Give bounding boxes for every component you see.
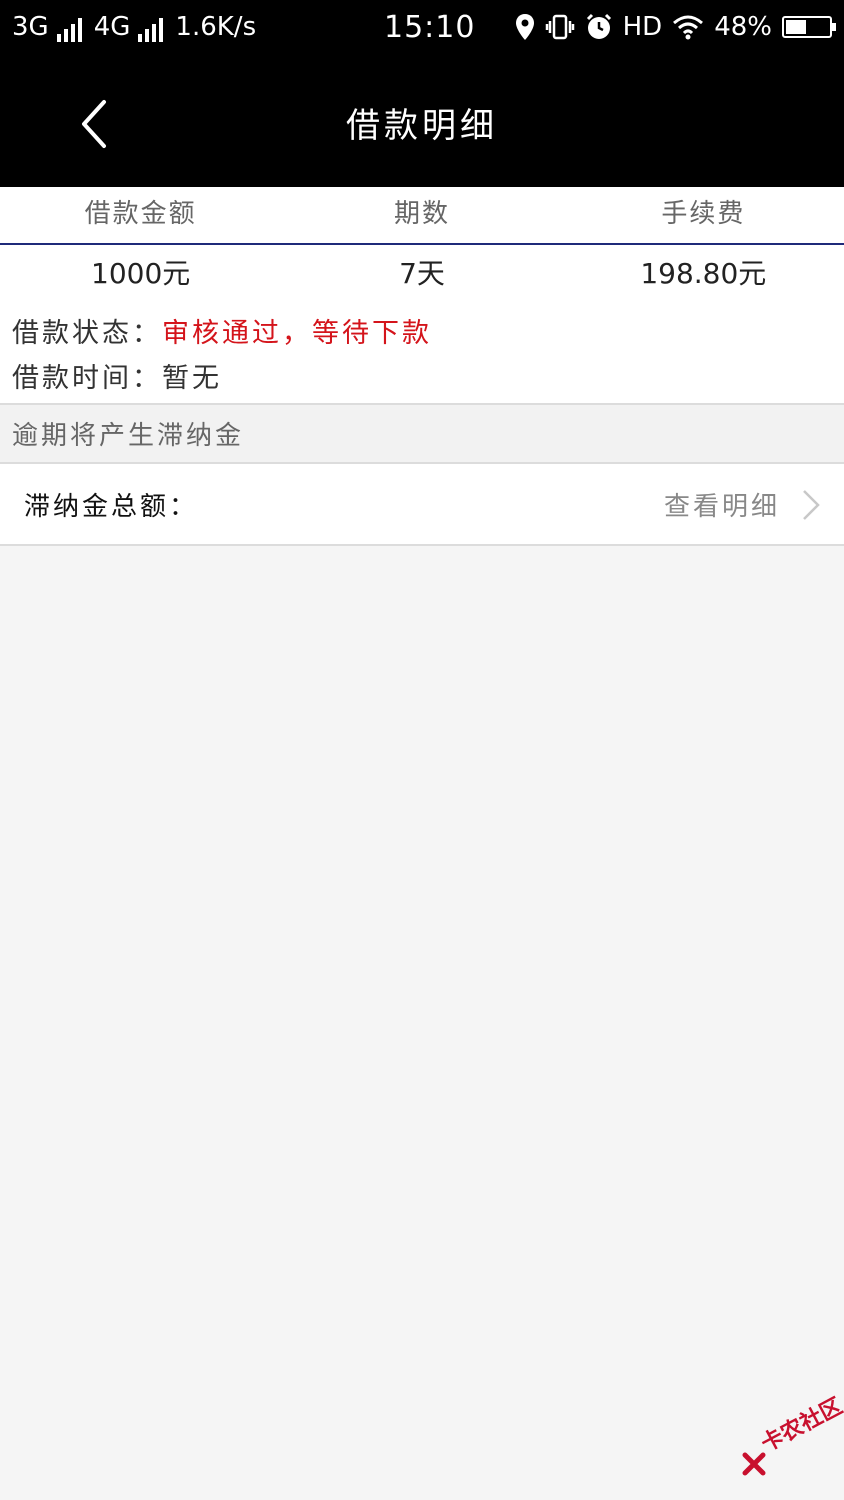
view-details-link[interactable]: 查看明细 [664, 486, 780, 523]
chevron-right-icon[interactable] [800, 488, 822, 522]
loan-status-row: 借款状态：审核通过，等待下款 [12, 311, 432, 350]
wifi-icon [673, 15, 704, 40]
hd-label: HD [622, 12, 663, 42]
header-term: 期数 [393, 199, 450, 229]
status-time: 15:10 [384, 10, 476, 45]
header-fee: 手续费 [661, 199, 746, 229]
loan-time-label: 借款时间： [12, 363, 162, 394]
watermark-logo: 卡农社区 [740, 1394, 844, 1482]
value-fee: 198.80元 [640, 257, 767, 290]
top-bar: 3G 4G 1.6K/s 15:10 HD 48% 借款明细 [0, 0, 844, 187]
battery-icon [782, 16, 836, 38]
battery-percent: 48% [714, 12, 772, 42]
late-fee-label: 滞纳金总额： [24, 492, 199, 522]
page-title: 借款明细 [346, 106, 498, 146]
overdue-notice-text: 逾期将产生滞纳金 [12, 421, 245, 451]
status-left: 3G 4G 1.6K/s [12, 12, 256, 42]
signal-icon [138, 18, 164, 42]
watermark-text: 卡农社区 [757, 1393, 844, 1458]
status-right: HD 48% [515, 12, 836, 42]
loan-info: 借款状态：审核通过，等待下款 借款时间：暂无 [0, 303, 844, 405]
value-loan-amount: 1000元 [91, 257, 191, 290]
network-3g-label: 3G [12, 12, 49, 42]
loan-status-value: 审核通过，等待下款 [162, 318, 432, 349]
loan-time-value: 暂无 [162, 363, 222, 394]
status-bar: 3G 4G 1.6K/s 15:10 HD 48% [0, 0, 844, 56]
vibrate-icon [545, 14, 574, 40]
network-4g-label: 4G [93, 12, 131, 42]
alarm-icon [586, 13, 611, 39]
overdue-notice: 逾期将产生滞纳金 [0, 405, 844, 464]
header-loan-amount: 借款金额 [84, 199, 197, 229]
loan-time-row: 借款时间：暂无 [12, 356, 222, 395]
location-icon [515, 14, 534, 40]
network-speed: 1.6K/s [175, 12, 257, 42]
nav-bar: 借款明细 [0, 56, 844, 187]
summary-header-row: 借款金额 期数 手续费 [0, 187, 844, 245]
value-term: 7天 [399, 257, 445, 290]
summary-value-row: 1000元 7天 198.80元 [0, 245, 844, 303]
late-fee-row[interactable]: 滞纳金总额： 查看明细 [0, 464, 844, 546]
loan-status-label: 借款状态： [12, 318, 162, 349]
logo-icon [742, 1452, 766, 1476]
signal-icon [56, 18, 82, 42]
